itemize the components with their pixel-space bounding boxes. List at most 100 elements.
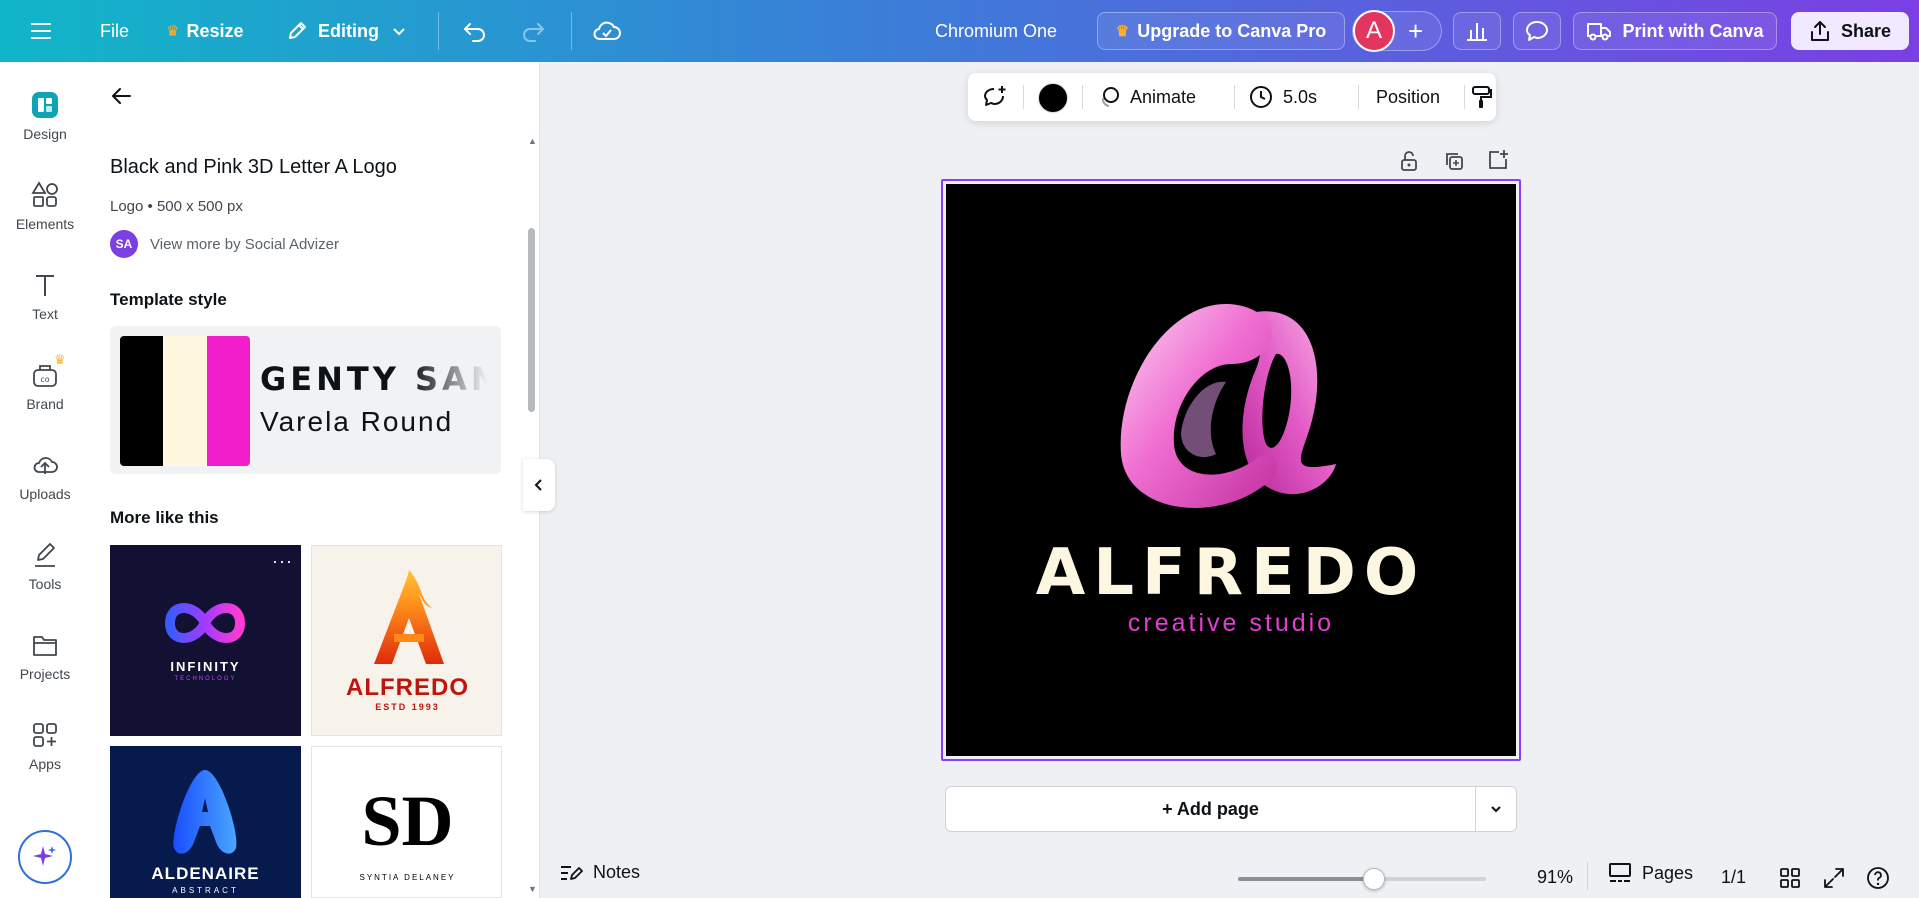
panel-scrollbar[interactable]: ▲ ▼ [526, 136, 538, 898]
magic-assistant-button[interactable] [18, 830, 72, 884]
zoom-slider-fill [1238, 877, 1374, 881]
copy-style-button[interactable] [1470, 85, 1492, 114]
rail-item-brand[interactable]: ♛ co Brand [0, 352, 90, 412]
template-meta: Logo • 500 x 500 px [110, 198, 243, 215]
rail-item-text[interactable]: Text [0, 270, 90, 322]
animate-button[interactable]: Animate [1098, 73, 1196, 121]
elements-icon [31, 181, 58, 207]
lock-page-button[interactable] [1398, 150, 1420, 177]
editing-mode-button[interactable]: Editing [286, 0, 407, 62]
truck-icon [1587, 23, 1612, 41]
share-button[interactable]: Share [1791, 12, 1909, 50]
more-like-this-heading: More like this [110, 508, 219, 527]
text-icon [36, 275, 54, 296]
grid-icon [1780, 868, 1800, 888]
rail-item-apps[interactable]: Apps [0, 720, 90, 772]
help-button[interactable] [1866, 866, 1890, 890]
duration-button[interactable]: 5.0s [1249, 73, 1317, 121]
comment-plus-icon [984, 86, 1006, 106]
rail-item-uploads[interactable]: Uploads [0, 450, 90, 502]
zoom-slider-track[interactable] [1238, 868, 1486, 890]
scroll-up-icon[interactable]: ▲ [528, 136, 537, 146]
divider [1082, 85, 1083, 109]
template-thumbnail[interactable]: ··· INFINITY TECHNOLOGY [110, 545, 301, 736]
add-page-icon [1489, 150, 1508, 169]
zoom-slider-thumb[interactable] [1363, 868, 1385, 890]
template-style-card[interactable]: GENTY SANS Varela Round [110, 326, 501, 474]
upgrade-button[interactable]: ♛ Upgrade to Canva Pro [1097, 12, 1345, 50]
uploads-icon [33, 457, 58, 474]
palette-swatch [163, 336, 207, 466]
pages-label: Pages [1642, 862, 1694, 883]
back-button[interactable] [110, 84, 134, 113]
crown-icon: ♛ [1115, 23, 1130, 40]
rail-item-projects[interactable]: Projects [0, 630, 90, 682]
add-page-bar: + Add page [945, 786, 1517, 832]
redo-button[interactable] [520, 0, 546, 62]
bar-chart-icon [1467, 23, 1487, 41]
cloud-check-icon [593, 21, 621, 40]
more-options-icon[interactable]: ··· [272, 551, 293, 572]
chevron-down-icon [1491, 806, 1501, 813]
page-count: 1/1 [1721, 867, 1747, 887]
rail-label: Apps [29, 756, 61, 772]
comments-button[interactable] [1513, 12, 1561, 50]
add-page-icon-button[interactable] [1487, 149, 1509, 176]
insights-button[interactable] [1453, 12, 1501, 50]
upgrade-label: Upgrade to Canva Pro [1137, 20, 1327, 41]
background-color-swatch[interactable] [1038, 83, 1068, 113]
thumbnail-subtitle: SYNTIA DELANEY [359, 873, 456, 882]
design-page[interactable]: ALFREDO creative studio [946, 184, 1516, 756]
scrollbar-thumb[interactable] [528, 228, 535, 412]
print-with-canva-button[interactable]: Print with Canva [1573, 12, 1777, 50]
add-page-options-button[interactable] [1476, 787, 1516, 831]
pages-button[interactable]: Pages [1608, 862, 1693, 884]
rail-item-elements[interactable]: Elements [0, 180, 90, 232]
thumbnail-title: INFINITY [170, 659, 241, 674]
add-collaborator-button[interactable]: + [1408, 0, 1423, 62]
rail-item-design[interactable]: Design [0, 90, 90, 142]
rail-item-tools[interactable]: Tools [0, 540, 90, 592]
brand-name-text[interactable]: ALFREDO [946, 538, 1516, 608]
zoom-level[interactable]: 91% [1519, 867, 1573, 888]
template-thumbnail[interactable]: SD SYNTIA DELANEY [311, 746, 502, 898]
notes-button[interactable]: Notes [559, 862, 640, 883]
duplicate-page-button[interactable] [1443, 150, 1465, 177]
undo-button[interactable] [462, 0, 488, 62]
rail-label: Uploads [19, 486, 71, 502]
resize-button[interactable]: ♛ Resize [166, 0, 244, 62]
duplicate-icon [1446, 153, 1463, 170]
palette-swatch [120, 336, 164, 466]
comment-icon [1526, 21, 1548, 41]
author-row[interactable]: SA View more by Social Advizer [110, 230, 339, 258]
author-avatar: SA [110, 230, 138, 258]
add-comment-button[interactable] [982, 85, 1008, 114]
grid-view-button[interactable] [1779, 867, 1801, 889]
template-thumbnail[interactable]: ALDENAIRE ABSTRACT [110, 746, 301, 898]
position-button[interactable]: Position [1376, 73, 1440, 121]
editing-label: Editing [318, 20, 379, 41]
rail-label: Tools [28, 576, 62, 592]
author-link[interactable]: View more by Social Advizer [150, 236, 339, 253]
pages-icon [1609, 863, 1631, 882]
blue-letter-a-logo [173, 770, 237, 854]
divider [1234, 85, 1235, 109]
thumbnail-subtitle: ABSTRACT [172, 886, 239, 895]
document-title[interactable]: Chromium One [935, 0, 1057, 62]
file-menu[interactable]: File [100, 0, 129, 62]
rail-label: Design [23, 126, 67, 142]
fullscreen-button[interactable] [1823, 867, 1845, 889]
tagline-text[interactable]: creative studio [946, 608, 1516, 638]
scroll-down-icon[interactable]: ▼ [528, 884, 537, 894]
template-thumbnail[interactable]: ALFREDO ESTD 1993 [311, 545, 502, 736]
divider [1464, 85, 1465, 109]
apps-icon [33, 723, 57, 747]
crown-icon: ♛ [54, 352, 66, 367]
design-icon [32, 92, 58, 118]
add-page-button[interactable]: + Add page [946, 787, 1475, 831]
file-label: File [100, 20, 130, 41]
cloud-save-status[interactable] [592, 0, 622, 62]
menu-icon[interactable] [30, 0, 52, 62]
divider [1358, 85, 1359, 109]
avatar[interactable]: A [1353, 10, 1395, 52]
